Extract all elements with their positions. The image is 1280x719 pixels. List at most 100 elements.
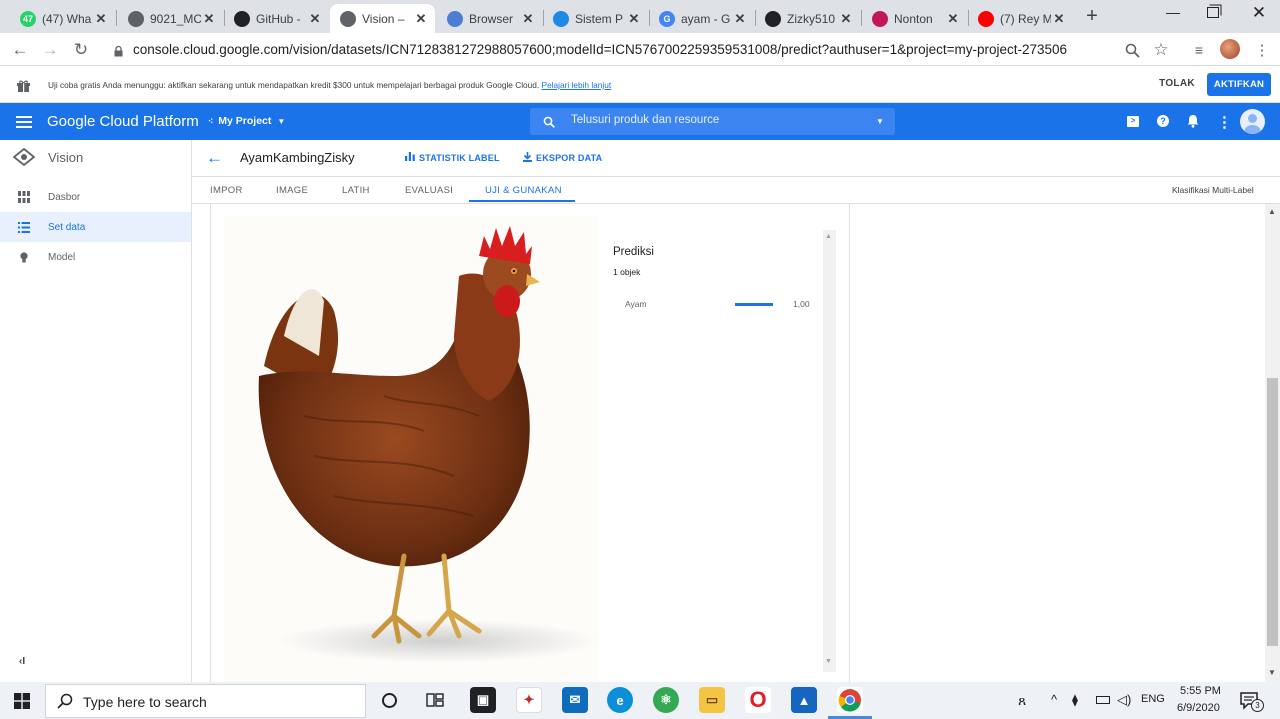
- score-bar-fill: [735, 303, 773, 306]
- browser-tab[interactable]: Vision – ✕: [330, 4, 435, 33]
- bar-chart-icon: [405, 152, 415, 163]
- browser-tab[interactable]: Browser ✕: [437, 4, 542, 33]
- close-tab-icon[interactable]: ✕: [413, 11, 429, 27]
- close-tab-icon[interactable]: ✕: [732, 11, 748, 27]
- chrome-browser-icon[interactable]: [837, 687, 863, 713]
- menu-kebab-icon[interactable]: ⋮: [1251, 39, 1273, 61]
- platform-title[interactable]: Google Cloud Platform: [47, 113, 199, 130]
- project-selector[interactable]: ⁖ My Project ▼: [208, 115, 285, 127]
- close-tab-icon[interactable]: ✕: [93, 11, 109, 27]
- browser-tab[interactable]: Zizky510 ✕: [755, 4, 860, 33]
- gift-app-icon[interactable]: ✦: [516, 687, 542, 713]
- back-button[interactable]: ←: [9, 39, 31, 61]
- back-arrow-icon[interactable]: ←: [206, 148, 223, 168]
- download-icon: [523, 152, 532, 164]
- trial-text: Uji coba gratis Anda menunggu: aktifkan …: [48, 80, 540, 90]
- page-scrollbar[interactable]: ▲ ▼: [1265, 204, 1280, 682]
- browser-tab[interactable]: 9021_MC ✕: [118, 4, 223, 33]
- main-content: ← AyamKambingZisky STATISTIK LABEL EKSPO…: [192, 140, 1280, 684]
- photos-app-icon[interactable]: ▲: [791, 687, 817, 713]
- cortana-icon[interactable]: [382, 693, 397, 708]
- close-tab-icon[interactable]: ✕: [945, 11, 961, 27]
- scroll-thumb[interactable]: [1267, 378, 1278, 646]
- browser-tab[interactable]: Sistem P ✕: [543, 4, 648, 33]
- export-data-button[interactable]: EKSPOR DATA: [523, 152, 602, 164]
- tab-title: Sistem P: [575, 11, 624, 26]
- url-text[interactable]: console.cloud.google.com/vision/datasets…: [133, 42, 1067, 57]
- edge-browser-icon[interactable]: e: [607, 687, 633, 713]
- taskbar-search-box[interactable]: Type here to search: [45, 684, 366, 718]
- clock-date[interactable]: 6/9/2020: [1177, 702, 1220, 714]
- minimize-button[interactable]: —: [1163, 4, 1183, 24]
- new-tab-button[interactable]: +: [1082, 6, 1102, 26]
- scroll-down-icon[interactable]: ▼: [825, 658, 832, 665]
- file-explorer-icon[interactable]: ▭: [699, 687, 725, 713]
- windows-start-icon[interactable]: [14, 693, 30, 709]
- sidebar-item-label: Set data: [48, 221, 86, 233]
- close-tab-icon[interactable]: ✕: [520, 11, 536, 27]
- cloud-shell-icon[interactable]: >: [1127, 116, 1139, 127]
- close-tab-icon[interactable]: ✕: [838, 11, 854, 27]
- tab-title: (47) Wha: [42, 11, 92, 26]
- close-tab-icon[interactable]: ✕: [626, 11, 642, 27]
- media-control-icon[interactable]: ≡: [1188, 39, 1210, 61]
- prediction-title: Prediksi: [613, 246, 654, 258]
- forward-button[interactable]: →: [39, 39, 61, 61]
- sidebar-item-set-data[interactable]: Set data: [0, 212, 191, 242]
- tray-chevron-up-icon[interactable]: ^: [1051, 692, 1057, 707]
- learn-more-link[interactable]: Pelajari lebih lanjut: [542, 80, 612, 90]
- atom-app-icon[interactable]: ⚛: [653, 687, 679, 713]
- label-stats-button[interactable]: STATISTIK LABEL: [405, 152, 500, 163]
- people-icon[interactable]: ጸ: [1018, 692, 1026, 709]
- activate-button[interactable]: AKTIFKAN: [1207, 73, 1271, 96]
- google-icon: G: [659, 10, 675, 27]
- sidebar-item-model[interactable]: Model: [0, 242, 191, 272]
- label-stats-label: STATISTIK LABEL: [419, 152, 500, 163]
- restore-button[interactable]: [1207, 7, 1219, 18]
- battery-icon[interactable]: [1096, 696, 1110, 704]
- search-box[interactable]: Telusuri produk dan resource ▼: [530, 108, 895, 135]
- dismiss-button[interactable]: TOLAK: [1153, 78, 1201, 89]
- tab-title: 9021_MC: [150, 11, 201, 26]
- scroll-down-icon[interactable]: ▼: [1268, 668, 1276, 677]
- browser-tab[interactable]: (7) Rey M ✕: [968, 4, 1073, 33]
- collapse-sidebar-icon[interactable]: ‹I: [19, 656, 25, 667]
- dropbox-icon[interactable]: ⧫: [1072, 693, 1078, 707]
- opera-browser-icon[interactable]: O: [745, 687, 771, 713]
- scroll-up-icon[interactable]: ▲: [1268, 207, 1276, 216]
- browser-tab[interactable]: Gayam - G ✕: [649, 4, 754, 33]
- volume-icon[interactable]: ◁): [1117, 692, 1131, 708]
- mail-app-icon[interactable]: ✉: [562, 687, 588, 713]
- close-tab-icon[interactable]: ✕: [307, 11, 323, 27]
- close-tab-icon[interactable]: ✕: [1051, 11, 1067, 27]
- lock-icon: [114, 44, 123, 57]
- browser-tab[interactable]: 47 (47) Wha ✕: [10, 4, 115, 33]
- close-tab-icon[interactable]: ✕: [201, 11, 217, 27]
- browser-tab[interactable]: GitHub - ✕: [224, 4, 329, 33]
- notifications-bell-icon[interactable]: [1187, 114, 1199, 128]
- results-scrollbar[interactable]: ▲ ▼: [823, 230, 836, 672]
- address-bar[interactable]: console.cloud.google.com/vision/datasets…: [106, 36, 1189, 64]
- bookmark-star-icon[interactable]: ☆: [1150, 39, 1172, 61]
- help-icon[interactable]: ?: [1157, 115, 1169, 127]
- close-window-button[interactable]: ✕: [1249, 3, 1269, 23]
- tab-title: Nonton: [894, 11, 933, 26]
- more-options-icon[interactable]: ⋮: [1217, 113, 1232, 131]
- account-avatar-icon[interactable]: [1240, 109, 1265, 134]
- list-icon: [17, 220, 31, 234]
- youtube-icon: [978, 10, 994, 27]
- task-view-icon[interactable]: [426, 691, 444, 709]
- sidebar-item-dasbor[interactable]: Dasbor: [0, 182, 191, 212]
- zoom-icon[interactable]: [1121, 39, 1143, 61]
- language-indicator[interactable]: ENG: [1141, 693, 1165, 705]
- reload-button[interactable]: ↻: [70, 39, 92, 61]
- caret-down-icon: ▼: [277, 116, 286, 126]
- store-app-icon[interactable]: ▣: [470, 687, 496, 713]
- sidebar-item-label: Model: [48, 251, 76, 263]
- hamburger-menu-icon[interactable]: [16, 115, 32, 128]
- search-expand-icon[interactable]: ▼: [876, 117, 884, 126]
- clock-time[interactable]: 5:55 PM: [1180, 685, 1221, 697]
- browser-tab[interactable]: Nonton ✕: [862, 4, 967, 33]
- profile-avatar[interactable]: [1220, 39, 1240, 59]
- scroll-up-icon[interactable]: ▲: [825, 233, 832, 240]
